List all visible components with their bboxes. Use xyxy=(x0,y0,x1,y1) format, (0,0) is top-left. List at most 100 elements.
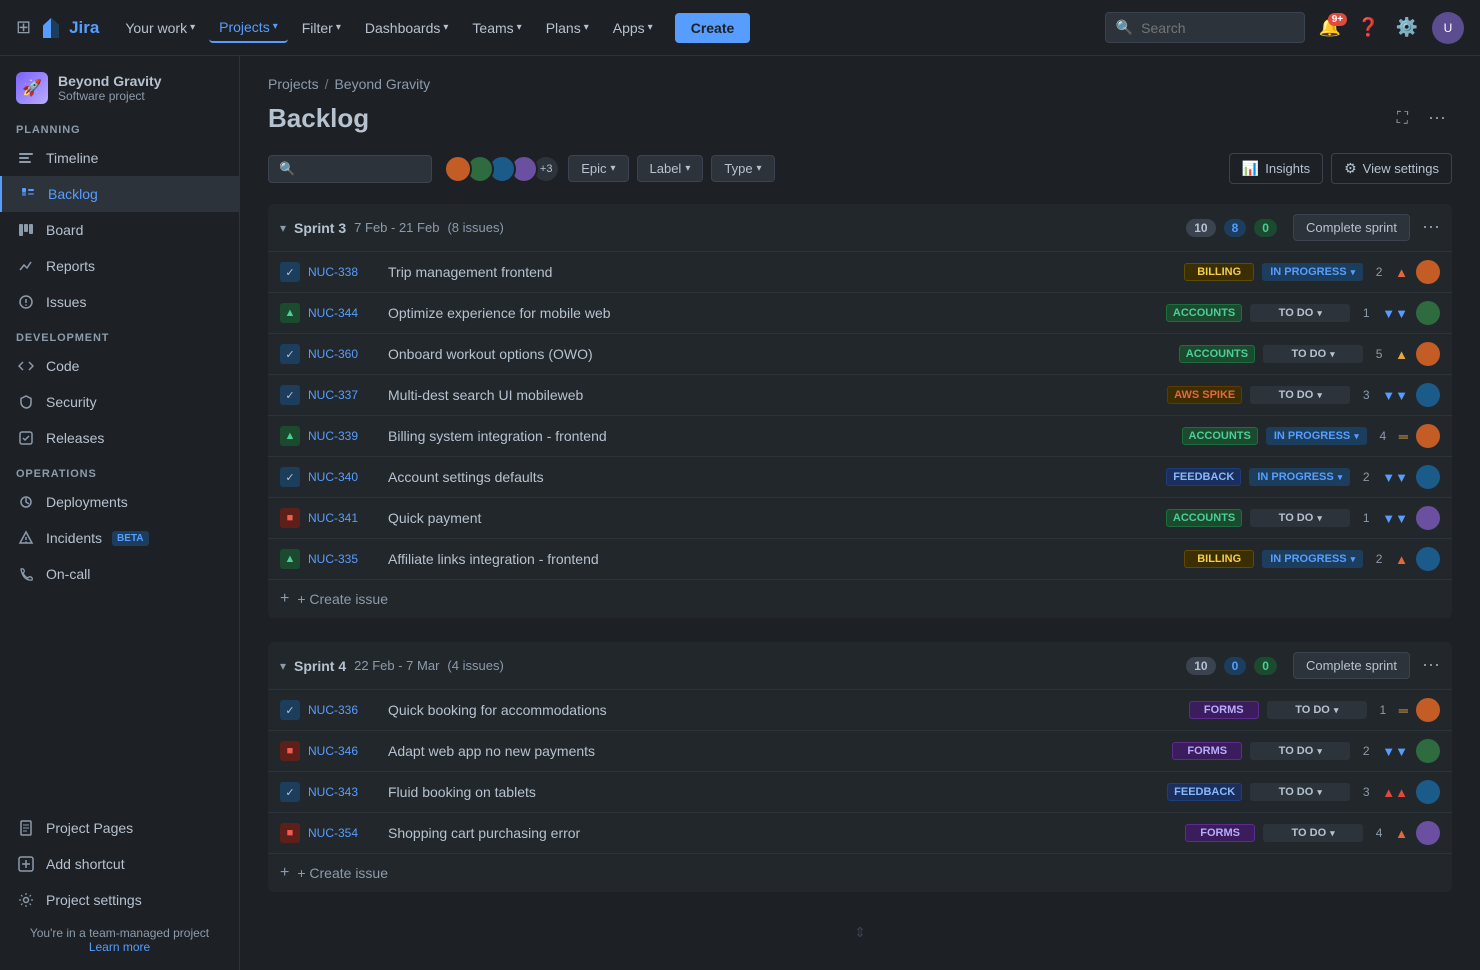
search-bar[interactable]: 🔍 xyxy=(1105,12,1305,43)
priority-medium-icon[interactable]: ═ xyxy=(1399,703,1408,718)
sprint3-more-icon[interactable]: ⋯ xyxy=(1422,217,1440,238)
issue-key[interactable]: NUC-337 xyxy=(308,388,380,402)
issue-status[interactable]: IN PROGRESS ▾ xyxy=(1249,468,1350,486)
priority-down-icon[interactable]: ▼▼ xyxy=(1382,306,1408,321)
nav-projects[interactable]: Projects ▾ xyxy=(209,13,288,43)
issue-status[interactable]: TO DO ▾ xyxy=(1263,345,1363,363)
notifications-icon[interactable]: 🔔 9+ xyxy=(1313,11,1347,44)
nav-plans[interactable]: Plans ▾ xyxy=(536,14,599,42)
logo[interactable]: Jira xyxy=(39,16,99,40)
sprint4-more-icon[interactable]: ⋯ xyxy=(1422,655,1440,676)
priority-up-icon[interactable]: ▲ xyxy=(1395,265,1408,280)
settings-icon[interactable]: ⚙️ xyxy=(1390,11,1424,44)
table-row[interactable]: ✓ NUC-338 Trip management frontend BILLI… xyxy=(268,251,1452,292)
more-options-button[interactable]: ⋯ xyxy=(1422,102,1452,135)
priority-up-icon[interactable]: ▲ xyxy=(1395,347,1408,362)
breadcrumb-projects[interactable]: Projects xyxy=(268,76,319,92)
issue-key[interactable]: NUC-338 xyxy=(308,265,380,279)
table-row[interactable]: ■ NUC-354 Shopping cart purchasing error… xyxy=(268,812,1452,853)
issue-key[interactable]: NUC-336 xyxy=(308,703,380,717)
sidebar-item-project-pages[interactable]: Project Pages xyxy=(0,810,239,846)
issue-key[interactable]: NUC-335 xyxy=(308,552,380,566)
type-filter[interactable]: Type ▾ xyxy=(711,155,774,182)
create-button[interactable]: Create xyxy=(675,13,751,43)
priority-up-icon[interactable]: ▲ xyxy=(1395,552,1408,567)
issue-assignee[interactable] xyxy=(1416,780,1440,804)
sidebar-item-security[interactable]: Security xyxy=(0,384,239,420)
table-row[interactable]: ■ NUC-346 Adapt web app no new payments … xyxy=(268,730,1452,771)
issue-key[interactable]: NUC-346 xyxy=(308,744,380,758)
issue-status[interactable]: IN PROGRESS ▾ xyxy=(1262,263,1363,281)
sprint4-header[interactable]: ▾ Sprint 4 22 Feb - 7 Mar (4 issues) 10 … xyxy=(268,642,1452,689)
nav-teams[interactable]: Teams ▾ xyxy=(462,14,531,42)
nav-dashboards[interactable]: Dashboards ▾ xyxy=(355,14,459,42)
issue-key[interactable]: NUC-360 xyxy=(308,347,380,361)
sprint3-complete-btn[interactable]: Complete sprint xyxy=(1293,214,1410,241)
sidebar-item-add-shortcut[interactable]: Add shortcut xyxy=(0,846,239,882)
priority-down-icon[interactable]: ▼▼ xyxy=(1382,388,1408,403)
issue-status[interactable]: TO DO ▾ xyxy=(1250,742,1350,760)
avatar[interactable]: U xyxy=(1432,12,1464,44)
create-issue-sprint3[interactable]: + + Create issue xyxy=(268,579,1452,618)
table-row[interactable]: ✓ NUC-343 Fluid booking on tablets FEEDB… xyxy=(268,771,1452,812)
issue-status[interactable]: IN PROGRESS ▾ xyxy=(1266,427,1367,445)
sidebar-item-code[interactable]: Code xyxy=(0,348,239,384)
issue-assignee[interactable] xyxy=(1416,547,1440,571)
sidebar-item-backlog[interactable]: Backlog xyxy=(0,176,239,212)
priority-highest-icon[interactable]: ▲▲ xyxy=(1382,785,1408,800)
issue-assignee[interactable] xyxy=(1416,506,1440,530)
sidebar-item-releases[interactable]: Releases xyxy=(0,420,239,456)
backlog-search-input[interactable] xyxy=(301,161,421,176)
sprint4-complete-btn[interactable]: Complete sprint xyxy=(1293,652,1410,679)
table-row[interactable]: ▲ NUC-335 Affiliate links integration - … xyxy=(268,538,1452,579)
issue-assignee[interactable] xyxy=(1416,698,1440,722)
nav-yourwork[interactable]: Your work ▾ xyxy=(115,14,205,42)
issue-key[interactable]: NUC-341 xyxy=(308,511,380,525)
issue-assignee[interactable] xyxy=(1416,260,1440,284)
issue-assignee[interactable] xyxy=(1416,301,1440,325)
table-row[interactable]: ✓ NUC-337 Multi-dest search UI mobileweb… xyxy=(268,374,1452,415)
breadcrumb-project[interactable]: Beyond Gravity xyxy=(334,76,430,92)
expand-button[interactable]: ⛶ xyxy=(1391,102,1414,135)
issue-assignee[interactable] xyxy=(1416,821,1440,845)
sidebar-item-deployments[interactable]: Deployments xyxy=(0,484,239,520)
sidebar-project[interactable]: 🚀 Beyond Gravity Software project xyxy=(0,56,239,116)
issue-key[interactable]: NUC-343 xyxy=(308,785,380,799)
priority-down-icon[interactable]: ▼▼ xyxy=(1382,744,1408,759)
search-input[interactable] xyxy=(1141,20,1271,36)
sidebar-item-oncall[interactable]: On-call xyxy=(0,556,239,592)
table-row[interactable]: ▲ NUC-339 Billing system integration - f… xyxy=(268,415,1452,456)
sidebar-item-incidents[interactable]: Incidents BETA xyxy=(0,520,239,556)
sprint3-header[interactable]: ▾ Sprint 3 7 Feb - 21 Feb (8 issues) 10 … xyxy=(268,204,1452,251)
issue-status[interactable]: TO DO ▾ xyxy=(1250,783,1350,801)
sidebar-item-issues[interactable]: Issues xyxy=(0,284,239,320)
priority-medium-icon[interactable]: ═ xyxy=(1399,429,1408,444)
sidebar-item-reports[interactable]: Reports xyxy=(0,248,239,284)
issue-status[interactable]: TO DO ▾ xyxy=(1250,386,1350,404)
avatar-filter-1[interactable] xyxy=(444,155,472,183)
table-row[interactable]: ■ NUC-341 Quick payment ACCOUNTS TO DO ▾… xyxy=(268,497,1452,538)
issue-assignee[interactable] xyxy=(1416,342,1440,366)
issue-status[interactable]: TO DO ▾ xyxy=(1250,304,1350,322)
help-icon[interactable]: ❓ xyxy=(1351,11,1385,44)
nav-filter[interactable]: Filter ▾ xyxy=(292,14,351,42)
table-row[interactable]: ▲ NUC-344 Optimize experience for mobile… xyxy=(268,292,1452,333)
sidebar-item-timeline[interactable]: Timeline xyxy=(0,140,239,176)
priority-up-icon[interactable]: ▲ xyxy=(1395,826,1408,841)
label-filter[interactable]: Label ▾ xyxy=(637,155,704,182)
footer-link[interactable]: Learn more xyxy=(16,940,223,954)
priority-down-icon[interactable]: ▼▼ xyxy=(1382,511,1408,526)
epic-filter[interactable]: Epic ▾ xyxy=(568,155,628,182)
table-row[interactable]: ✓ NUC-336 Quick booking for accommodatio… xyxy=(268,689,1452,730)
table-row[interactable]: ✓ NUC-340 Account settings defaults FEED… xyxy=(268,456,1452,497)
backlog-search[interactable]: 🔍 xyxy=(268,155,432,183)
view-settings-button[interactable]: ⚙ View settings xyxy=(1331,153,1452,184)
issue-assignee[interactable] xyxy=(1416,465,1440,489)
issue-assignee[interactable] xyxy=(1416,424,1440,448)
issue-status[interactable]: TO DO ▾ xyxy=(1263,824,1363,842)
issue-assignee[interactable] xyxy=(1416,383,1440,407)
issue-key[interactable]: NUC-354 xyxy=(308,826,380,840)
sidebar-item-board[interactable]: Board xyxy=(0,212,239,248)
sidebar-item-project-settings[interactable]: Project settings xyxy=(0,882,239,918)
issue-key[interactable]: NUC-344 xyxy=(308,306,380,320)
